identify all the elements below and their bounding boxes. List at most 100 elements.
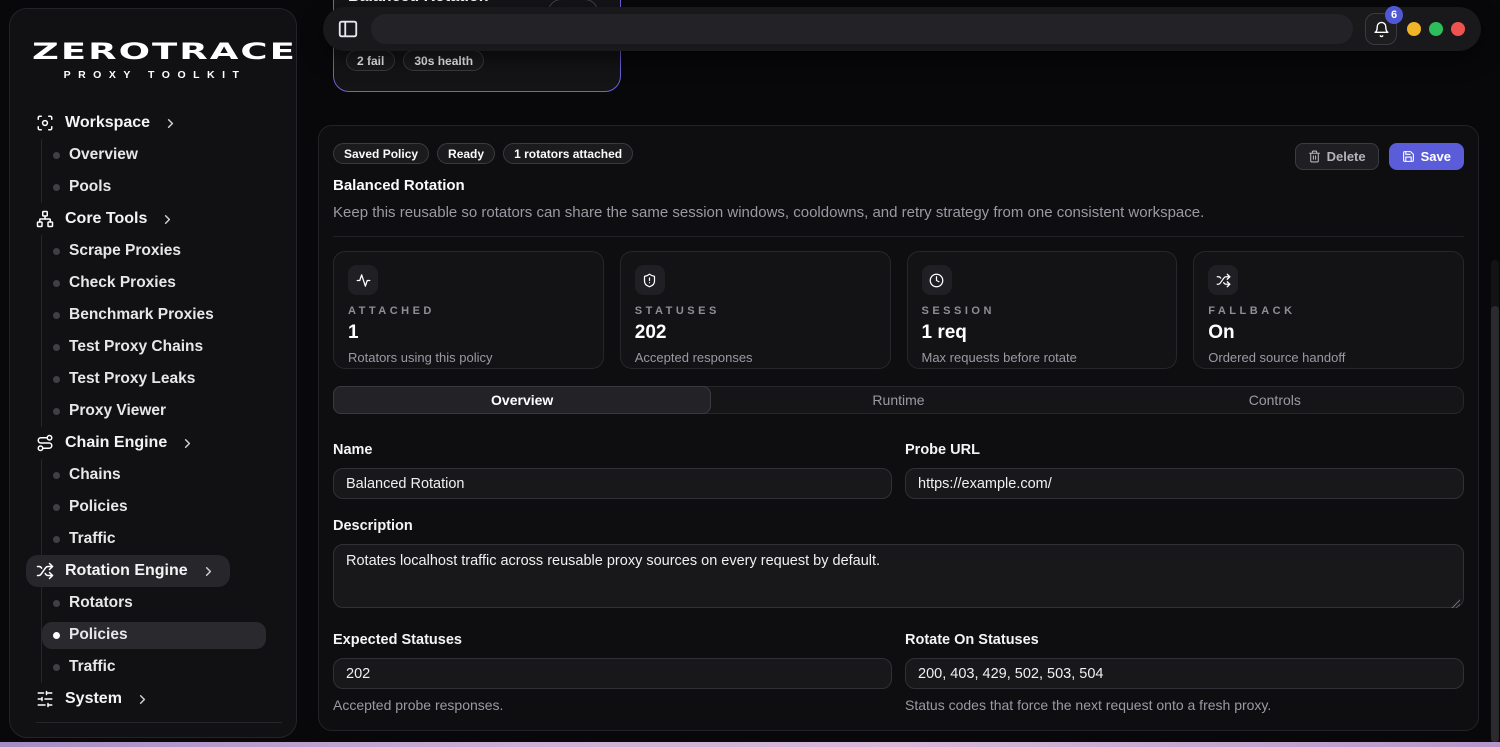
sidebar-item-scrape-proxies[interactable]: Scrape Proxies <box>42 235 296 267</box>
sidebar-item-chain-traffic[interactable]: Traffic <box>42 523 296 555</box>
tab-runtime[interactable]: Runtime <box>710 387 1086 413</box>
sidebar-section-system[interactable]: System <box>26 683 164 715</box>
tab-controls[interactable]: Controls <box>1087 387 1463 413</box>
header-divider <box>333 236 1464 237</box>
sidebar-item-chains[interactable]: Chains <box>42 459 296 491</box>
status-dots <box>1407 22 1465 36</box>
sidebar-item-logout[interactable]: Logout <box>26 729 133 738</box>
network-icon <box>36 210 54 228</box>
saved-policy-badge: Saved Policy <box>333 143 429 164</box>
sidebar-item-check-proxies[interactable]: Check Proxies <box>42 267 296 299</box>
probe-url-field-block: Probe URL <box>905 442 1464 499</box>
sidebar-item-test-proxy-leaks[interactable]: Test Proxy Leaks <box>42 363 296 395</box>
sidebar-item-chain-policies[interactable]: Policies <box>42 491 296 523</box>
expected-statuses-field-block: Expected Statuses Accepted probe respons… <box>333 632 892 713</box>
sidebar-item-rotation-policies[interactable]: Policies <box>42 622 266 649</box>
sidebar-group-rotation-engine: Rotators Policies Traffic <box>41 587 296 683</box>
save-button[interactable]: Save <box>1389 143 1464 170</box>
ready-badge: Ready <box>437 143 495 164</box>
search-input[interactable] <box>371 14 1353 44</box>
sidebar-item-test-proxy-chains[interactable]: Test Proxy Chains <box>42 331 296 363</box>
expected-statuses-label: Expected Statuses <box>333 632 892 648</box>
panel-left-icon <box>337 18 359 40</box>
bullet-icon <box>53 248 60 255</box>
route-icon <box>36 434 54 452</box>
rotate-on-statuses-label: Rotate On Statuses <box>905 632 1464 648</box>
scrollbar-thumb[interactable] <box>1491 306 1499 742</box>
sidebar-section-workspace[interactable]: Workspace <box>26 107 192 139</box>
shuffle-icon <box>36 562 54 580</box>
notifications-button[interactable]: 6 <box>1365 13 1397 45</box>
trash-icon <box>1308 150 1321 163</box>
green-dot[interactable] <box>1429 22 1443 36</box>
delete-button[interactable]: Delete <box>1295 143 1379 170</box>
bullet-icon <box>53 664 60 671</box>
health-interval-badge: 30s health <box>403 50 484 71</box>
rotate-on-statuses-help: Status codes that force the next request… <box>905 697 1464 713</box>
save-icon <box>1402 150 1415 163</box>
chevron-right-icon <box>201 564 216 579</box>
stat-statuses: STATUSES 202 Accepted responses <box>620 251 891 369</box>
sidebar-toggle-button[interactable] <box>337 18 359 40</box>
sidebar: ZEROTRACE PROXY TOOLKIT Workspace Overvi… <box>9 8 297 738</box>
policy-header: Saved Policy Ready 1 rotators attached D… <box>319 126 1478 237</box>
sidebar-item-overview[interactable]: Overview <box>42 139 296 171</box>
yellow-dot[interactable] <box>1407 22 1421 36</box>
focus-icon <box>36 114 54 132</box>
sidebar-divider <box>36 722 282 723</box>
description-textarea[interactable]: Rotates localhost traffic across reusabl… <box>333 544 1464 608</box>
bullet-icon <box>53 504 60 511</box>
bullet-icon <box>53 536 60 543</box>
sliders-icon <box>36 690 54 708</box>
bullet-icon <box>53 376 60 383</box>
peek-card-title: Balanced Rotation <box>348 0 488 6</box>
bullet-icon <box>53 632 60 639</box>
sidebar-section-label: Core Tools <box>65 210 147 228</box>
rotate-on-statuses-field-block: Rotate On Statuses Status codes that for… <box>905 632 1464 713</box>
chevron-right-icon <box>180 436 195 451</box>
probe-url-label: Probe URL <box>905 442 1464 458</box>
name-field-block: Name <box>333 442 892 499</box>
probe-url-input[interactable] <box>905 468 1464 499</box>
expected-statuses-input[interactable] <box>333 658 892 689</box>
top-bar: 6 <box>323 7 1481 51</box>
stat-session: SESSION 1 req Max requests before rotate <box>907 251 1178 369</box>
bullet-icon <box>53 472 60 479</box>
policy-form: Name Probe URL Description Rotates local… <box>319 414 1478 713</box>
bullet-icon <box>53 184 60 191</box>
sidebar-section-label: System <box>65 690 122 708</box>
policy-stats: ATTACHED 1 Rotators using this policy ST… <box>319 237 1478 383</box>
shuffle-icon <box>1208 265 1238 295</box>
sidebar-section-core-tools[interactable]: Core Tools <box>26 203 189 235</box>
sidebar-section-chain-engine[interactable]: Chain Engine <box>26 427 209 459</box>
sidebar-item-rotation-traffic[interactable]: Traffic <box>42 651 296 683</box>
sidebar-section-label: Workspace <box>65 114 150 132</box>
sidebar-item-rotators[interactable]: Rotators <box>42 587 296 619</box>
stat-fallback: FALLBACK On Ordered source handoff <box>1193 251 1464 369</box>
brand-logo: ZEROTRACE PROXY TOOLKIT <box>10 9 296 81</box>
tab-overview[interactable]: Overview <box>333 386 711 414</box>
name-label: Name <box>333 442 892 458</box>
chevron-right-icon <box>135 692 150 707</box>
notification-count-badge: 6 <box>1385 6 1403 24</box>
rotate-on-statuses-input[interactable] <box>905 658 1464 689</box>
name-input[interactable] <box>333 468 892 499</box>
bullet-icon <box>53 280 60 287</box>
red-dot[interactable] <box>1451 22 1465 36</box>
sidebar-item-benchmark-proxies[interactable]: Benchmark Proxies <box>42 299 296 331</box>
sidebar-section-rotation-engine[interactable]: Rotation Engine <box>26 555 230 587</box>
chevron-right-icon <box>160 212 175 227</box>
bullet-icon <box>53 408 60 415</box>
expected-statuses-help: Accepted probe responses. <box>333 697 892 713</box>
sidebar-group-workspace: Overview Pools <box>41 139 296 203</box>
chevron-right-icon <box>163 116 178 131</box>
sidebar-item-proxy-viewer[interactable]: Proxy Viewer <box>42 395 296 427</box>
bullet-icon <box>53 152 60 159</box>
sidebar-section-label: Chain Engine <box>65 434 167 452</box>
policy-description-text: Keep this reusable so rotators can share… <box>333 204 1464 221</box>
sidebar-item-pools[interactable]: Pools <box>42 171 296 203</box>
bottom-gradient-strip <box>0 742 1500 747</box>
rotators-attached-badge: 1 rotators attached <box>503 143 633 164</box>
activity-icon <box>348 265 378 295</box>
brand-tagline: PROXY TOOLKIT <box>32 69 278 81</box>
